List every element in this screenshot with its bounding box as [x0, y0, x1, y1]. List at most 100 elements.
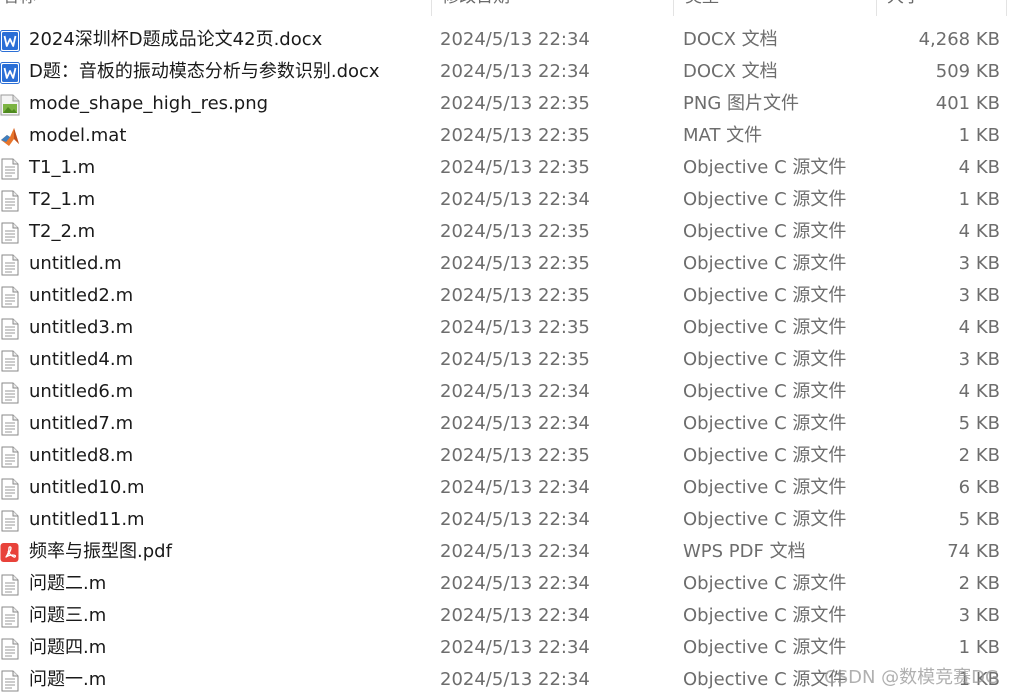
text-file-icon [0, 158, 20, 180]
file-size: 3 KB [958, 253, 1000, 274]
file-type: Objective C 源文件 [683, 285, 847, 306]
file-modified-date: 2024/5/13 22:34 [440, 61, 590, 82]
file-size: 5 KB [958, 509, 1000, 530]
file-row[interactable]: 问题二.m 2024/5/13 22:34 Objective C 源文件 2 KB [0, 568, 1013, 600]
file-type: MAT 文件 [683, 125, 763, 146]
column-header-type[interactable]: 类型 [683, 0, 875, 16]
text-file-icon [0, 670, 20, 692]
column-divider[interactable] [876, 0, 877, 16]
text-file-icon [0, 478, 20, 500]
text-file-icon [0, 222, 20, 244]
file-row[interactable]: untitled11.m 2024/5/13 22:34 Objective C 源… [0, 504, 1013, 536]
text-file-icon [0, 446, 20, 468]
file-type: Objective C 源文件 [683, 317, 847, 338]
file-size: 509 KB [935, 61, 1000, 82]
column-divider[interactable] [673, 0, 674, 16]
matlab-icon [0, 126, 20, 148]
file-type: Objective C 源文件 [683, 669, 847, 690]
text-file-icon [0, 382, 20, 404]
file-type: WPS PDF 文档 [683, 541, 806, 562]
file-modified-date: 2024/5/13 22:34 [440, 509, 590, 530]
file-row[interactable]: T1_1.m 2024/5/13 22:35 Objective C 源文件 4 KB [0, 152, 1013, 184]
file-size: 4 KB [958, 221, 1000, 242]
column-header: 名称 修改日期 类型 大小 [0, 0, 1013, 16]
file-modified-date: 2024/5/13 22:35 [440, 349, 590, 370]
file-modified-date: 2024/5/13 22:35 [440, 93, 590, 114]
file-name: 频率与振型图.pdf [29, 541, 172, 562]
file-modified-date: 2024/5/13 22:34 [440, 637, 590, 658]
file-name: untitled7.m [29, 413, 134, 434]
file-modified-date: 2024/5/13 22:34 [440, 381, 590, 402]
file-type: Objective C 源文件 [683, 477, 847, 498]
png-image-icon [0, 94, 20, 116]
column-header-size[interactable]: 大小 [885, 0, 1005, 16]
file-name: untitled6.m [29, 381, 134, 402]
file-size: 4 KB [958, 317, 1000, 338]
file-name: untitled3.m [29, 317, 134, 338]
file-size: 1 KB [958, 189, 1000, 210]
file-type: Objective C 源文件 [683, 189, 847, 210]
file-type: Objective C 源文件 [683, 573, 847, 594]
file-row[interactable]: T2_1.m 2024/5/13 22:34 Objective C 源文件 1 KB [0, 184, 1013, 216]
file-row[interactable]: untitled6.m 2024/5/13 22:34 Objective C 源文… [0, 376, 1013, 408]
file-type: Objective C 源文件 [683, 157, 847, 178]
file-type: Objective C 源文件 [683, 221, 847, 242]
file-size: 74 KB [947, 541, 1000, 562]
file-size: 4 KB [958, 381, 1000, 402]
file-row[interactable]: 频率与振型图.pdf 2024/5/13 22:34 WPS PDF 文档 74 KB [0, 536, 1013, 568]
column-header-date[interactable]: 修改日期 [440, 0, 672, 16]
file-modified-date: 2024/5/13 22:34 [440, 669, 590, 690]
file-row[interactable]: untitled8.m 2024/5/13 22:35 Objective C 源文… [0, 440, 1013, 472]
file-modified-date: 2024/5/13 22:35 [440, 317, 590, 338]
file-size: 2 KB [958, 445, 1000, 466]
file-type: Objective C 源文件 [683, 605, 847, 626]
file-row[interactable]: 问题三.m 2024/5/13 22:34 Objective C 源文件 3 KB [0, 600, 1013, 632]
pdf-icon [0, 542, 20, 564]
column-divider[interactable] [1006, 0, 1007, 16]
file-modified-date: 2024/5/13 22:35 [440, 221, 590, 242]
file-name: 问题三.m [29, 605, 107, 626]
watermark: CSDN @数模竞赛DG [824, 667, 999, 688]
word-doc-icon [0, 62, 20, 84]
file-type: Objective C 源文件 [683, 413, 847, 434]
file-row[interactable]: untitled4.m 2024/5/13 22:35 Objective C 源文… [0, 344, 1013, 376]
file-size: 2 KB [958, 573, 1000, 594]
file-name: untitled.m [29, 253, 122, 274]
file-row[interactable]: mode_shape_high_res.png 2024/5/13 22:35 PN… [0, 88, 1013, 120]
text-file-icon [0, 510, 20, 532]
file-name: T1_1.m [29, 157, 96, 178]
file-row[interactable]: untitled3.m 2024/5/13 22:35 Objective C 源文… [0, 312, 1013, 344]
column-header-name[interactable]: 名称 [0, 0, 430, 16]
file-row[interactable]: 问题四.m 2024/5/13 22:34 Objective C 源文件 1 KB [0, 632, 1013, 664]
file-row[interactable]: untitled2.m 2024/5/13 22:35 Objective C 源文… [0, 280, 1013, 312]
file-explorer: 名称 修改日期 类型 大小 2024深圳杯D题成品论文42页.docx 2024/… [0, 0, 1013, 697]
file-size: 3 KB [958, 349, 1000, 370]
column-divider[interactable] [431, 0, 432, 16]
text-file-icon [0, 318, 20, 340]
file-modified-date: 2024/5/13 22:35 [440, 125, 590, 146]
file-type: Objective C 源文件 [683, 509, 847, 530]
file-type: Objective C 源文件 [683, 349, 847, 370]
file-name: 问题四.m [29, 637, 107, 658]
text-file-icon [0, 350, 20, 372]
file-row[interactable]: untitled10.m 2024/5/13 22:34 Objective C 源… [0, 472, 1013, 504]
file-name: untitled8.m [29, 445, 134, 466]
file-row[interactable]: untitled.m 2024/5/13 22:35 Objective C 源文件… [0, 248, 1013, 280]
file-modified-date: 2024/5/13 22:35 [440, 285, 590, 306]
file-modified-date: 2024/5/13 22:35 [440, 157, 590, 178]
file-modified-date: 2024/5/13 22:34 [440, 477, 590, 498]
file-name: 2024深圳杯D题成品论文42页.docx [29, 29, 323, 50]
file-row[interactable]: 2024深圳杯D题成品论文42页.docx 2024/5/13 22:34 DOCX… [0, 24, 1013, 56]
file-name: mode_shape_high_res.png [29, 93, 269, 114]
file-type: DOCX 文档 [683, 61, 778, 82]
file-name: 问题二.m [29, 573, 107, 594]
file-row[interactable]: untitled7.m 2024/5/13 22:34 Objective C 源文… [0, 408, 1013, 440]
file-row[interactable]: model.mat 2024/5/13 22:35 MAT 文件 1 KB [0, 120, 1013, 152]
text-file-icon [0, 286, 20, 308]
file-name: untitled2.m [29, 285, 134, 306]
file-size: 4 KB [958, 157, 1000, 178]
file-row[interactable]: T2_2.m 2024/5/13 22:35 Objective C 源文件 4 KB [0, 216, 1013, 248]
text-file-icon [0, 190, 20, 212]
file-name: D题：音板的振动模态分析与参数识别.docx [29, 61, 380, 82]
file-row[interactable]: D题：音板的振动模态分析与参数识别.docx 2024/5/13 22:34 DOC… [0, 56, 1013, 88]
